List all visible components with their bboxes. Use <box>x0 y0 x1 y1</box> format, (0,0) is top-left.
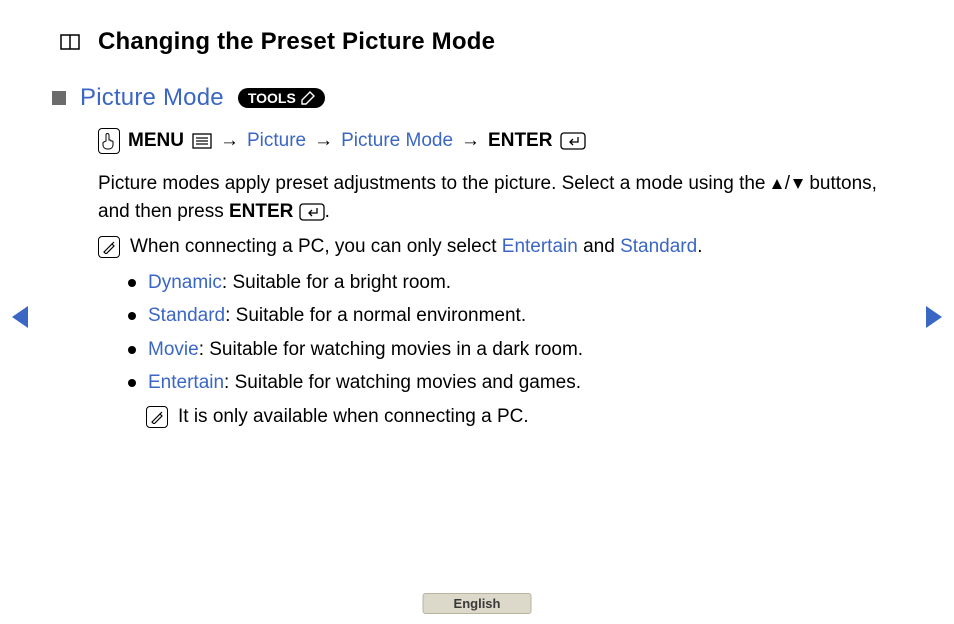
nav-arrow: → <box>220 130 239 152</box>
intro-enter: ENTER <box>229 201 293 222</box>
mode-desc: : Suitable for a normal environment. <box>225 305 526 326</box>
intro-line1: Picture modes apply preset adjustments t… <box>98 173 771 194</box>
nav-arrow: → <box>314 130 333 152</box>
note-icon <box>98 236 120 258</box>
prev-page-arrow[interactable] <box>10 304 30 335</box>
mode-list: Dynamic: Suitable for a bright room. Sta… <box>128 269 906 397</box>
square-bullet-icon <box>52 91 66 105</box>
manual-page: Changing the Preset Picture Mode Picture… <box>0 0 954 624</box>
hand-icon <box>98 128 120 154</box>
list-item: Movie: Suitable for watching movies in a… <box>128 336 906 364</box>
language-footer[interactable]: English <box>423 593 532 614</box>
list-item: Dynamic: Suitable for a bright room. <box>128 269 906 297</box>
bullet-icon <box>128 279 136 287</box>
list-item: Standard: Suitable for a normal environm… <box>128 302 906 330</box>
tools-badge: TOOLS <box>238 88 325 108</box>
nav-menu-label: MENU <box>128 130 184 152</box>
section-title: Picture Mode <box>80 84 224 112</box>
nav-path: MENU → Picture → Picture Mode → ENTER <box>98 128 906 154</box>
section-row: Picture Mode TOOLS <box>52 84 906 112</box>
nav-enter-label: ENTER <box>488 130 552 152</box>
page-title: Changing the Preset Picture Mode <box>98 28 495 56</box>
mode-desc: : Suitable for watching movies in a dark… <box>199 339 583 360</box>
list-item: Entertain: Suitable for watching movies … <box>128 369 906 397</box>
title-row: Changing the Preset Picture Mode <box>60 28 906 56</box>
next-page-arrow[interactable] <box>924 304 944 335</box>
language-label: English <box>454 596 501 611</box>
intro-line2-suffix: . <box>325 201 330 222</box>
bullet-icon <box>128 312 136 320</box>
enter-icon <box>299 203 325 221</box>
note-entertain-pc-text: It is only available when connecting a P… <box>178 403 529 431</box>
nav-arrow: → <box>461 130 480 152</box>
mode-name: Entertain <box>148 372 224 393</box>
note-entertain-pc: It is only available when connecting a P… <box>146 403 906 431</box>
mode-name: Dynamic <box>148 272 222 293</box>
menu-icon <box>192 133 212 149</box>
mode-name: Movie <box>148 339 199 360</box>
note-entertain: Entertain <box>502 236 578 257</box>
bullet-icon <box>128 379 136 387</box>
nav-step-picture-mode: Picture Mode <box>341 130 453 152</box>
mode-name: Standard <box>148 305 225 326</box>
up-down-icon: / <box>771 170 804 198</box>
tools-label: TOOLS <box>248 90 296 106</box>
intro-paragraph: Picture modes apply preset adjustments t… <box>98 170 906 225</box>
enter-icon <box>560 132 586 150</box>
note-icon <box>146 406 168 428</box>
note-pc-text: When connecting a PC, you can only selec… <box>130 233 702 261</box>
mode-desc: : Suitable for a bright room. <box>222 272 451 293</box>
tools-icon <box>301 91 315 105</box>
note-standard: Standard <box>620 236 697 257</box>
nav-step-picture: Picture <box>247 130 306 152</box>
note-pc: When connecting a PC, you can only selec… <box>98 233 906 261</box>
bullet-icon <box>128 346 136 354</box>
book-icon <box>60 32 80 52</box>
mode-desc: : Suitable for watching movies and games… <box>224 372 581 393</box>
